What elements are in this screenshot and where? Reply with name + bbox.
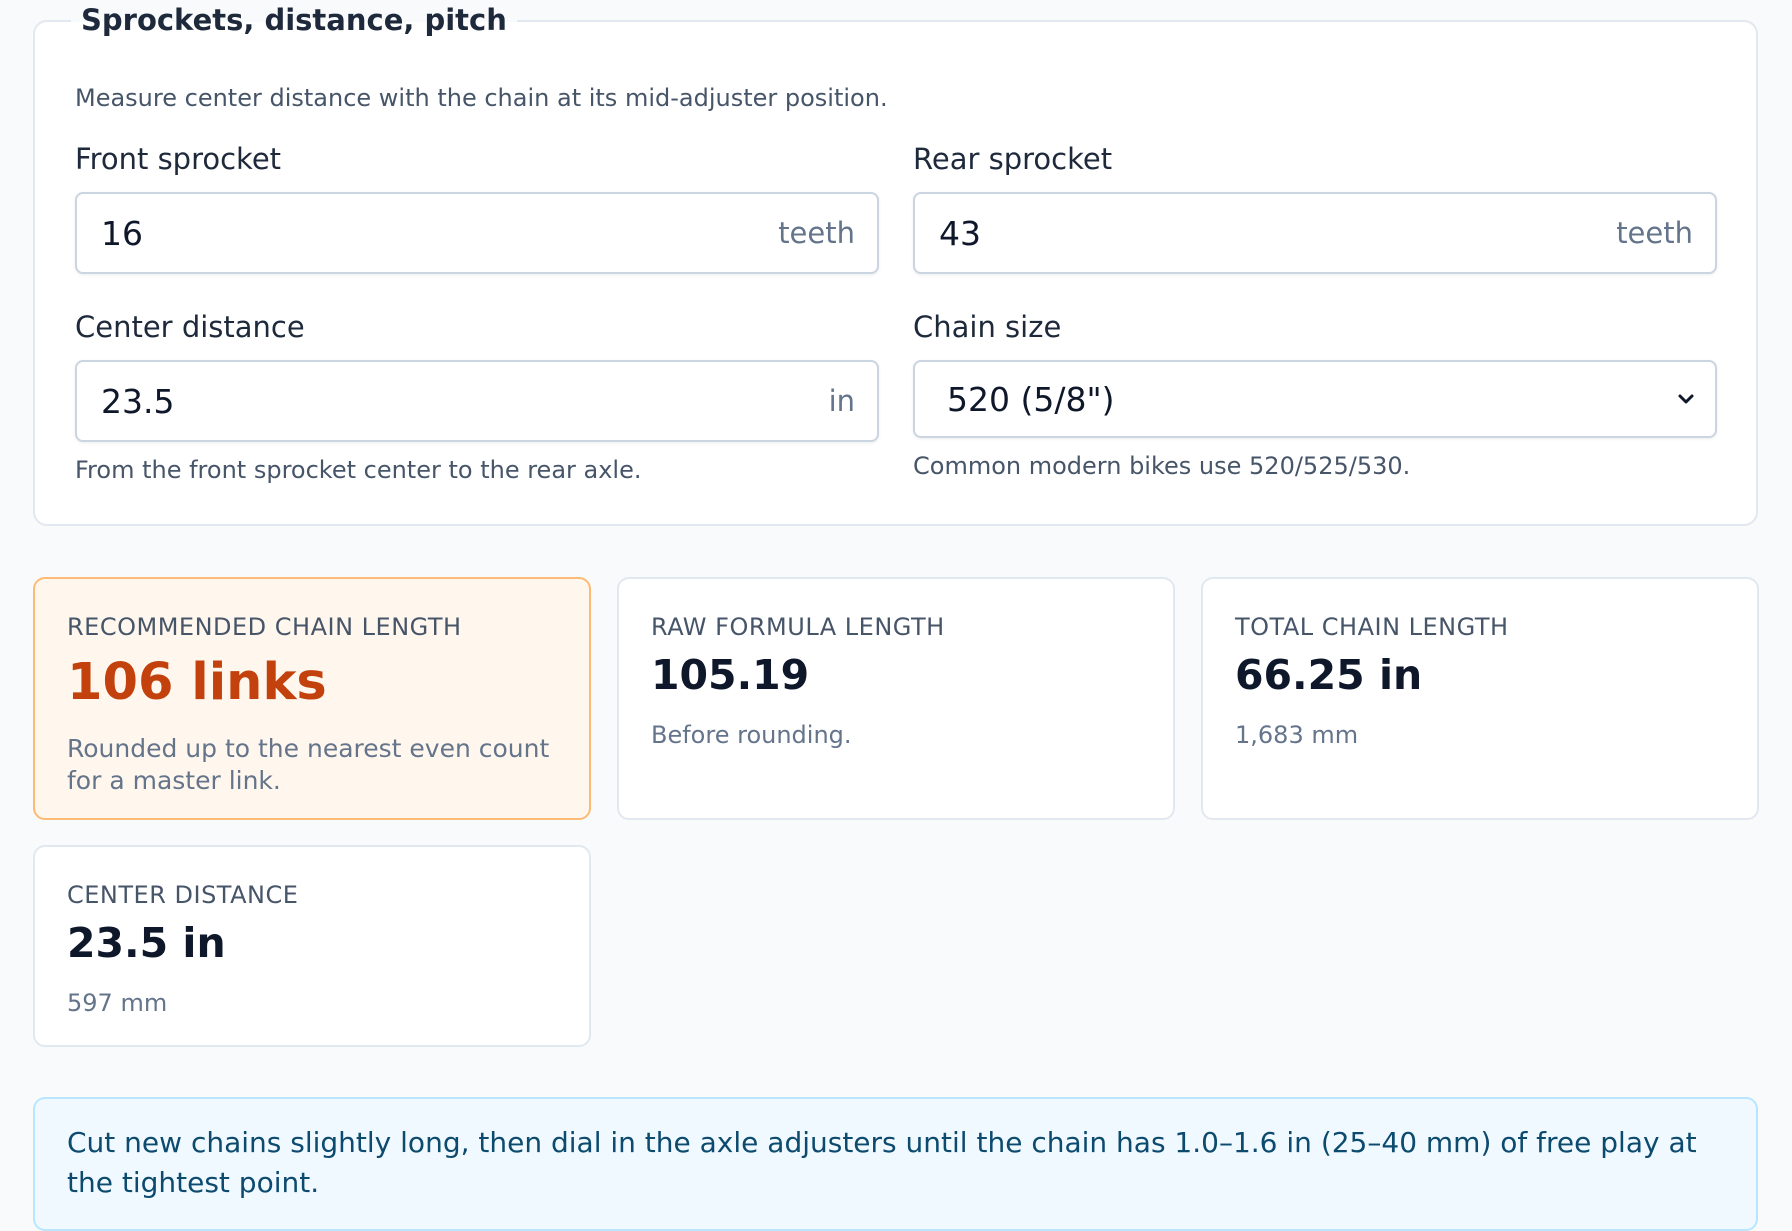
recommended-length-note: Rounded up to the nearest even count for…	[67, 734, 550, 795]
center-distance-field[interactable]: in	[75, 360, 879, 442]
chain-size-label: Chain size	[913, 310, 1062, 344]
front-sprocket-field[interactable]: teeth	[75, 192, 879, 274]
rear-sprocket-label: Rear sprocket	[913, 142, 1113, 176]
recommended-length-label: RECOMMENDED CHAIN LENGTH	[67, 613, 462, 641]
total-length-card: TOTAL CHAIN LENGTH 66.25 in 1,683 mm	[1201, 577, 1759, 820]
raw-length-label: RAW FORMULA LENGTH	[651, 613, 945, 641]
raw-length-value: 105.19	[651, 651, 810, 699]
rear-sprocket-input[interactable]	[939, 208, 1559, 258]
center-distance-help: From the front sprocket center to the re…	[75, 456, 642, 484]
rear-sprocket-field[interactable]: teeth	[913, 192, 1717, 274]
front-sprocket-input[interactable]	[101, 208, 721, 258]
front-sprocket-label: Front sprocket	[75, 142, 282, 176]
center-distance-unit: in	[828, 384, 855, 418]
chevron-down-icon	[1678, 394, 1694, 404]
measure-hint: Measure center distance with the chain a…	[75, 84, 888, 112]
total-length-label: TOTAL CHAIN LENGTH	[1235, 613, 1509, 641]
center-distance-label: Center distance	[75, 310, 305, 344]
rear-sprocket-unit: teeth	[1616, 216, 1693, 250]
center-distance-input[interactable]	[101, 376, 721, 426]
total-length-value: 66.25 in	[1235, 651, 1423, 699]
center-distance-result-mm: 597 mm	[67, 989, 168, 1017]
fieldset-legend: Sprockets, distance, pitch	[71, 0, 517, 40]
center-distance-card: CENTER DISTANCE 23.5 in 597 mm	[33, 845, 591, 1047]
chain-size-select[interactable]: 520 (5/8")	[913, 360, 1717, 438]
total-length-mm: 1,683 mm	[1235, 721, 1359, 749]
chain-size-help: Common modern bikes use 520/525/530.	[913, 452, 1411, 480]
recommended-length-card: RECOMMENDED CHAIN LENGTH 106 links Round…	[33, 577, 591, 820]
front-sprocket-unit: teeth	[778, 216, 855, 250]
raw-length-note: Before rounding.	[651, 721, 852, 749]
chain-slack-note: Cut new chains slightly long, then dial …	[33, 1097, 1758, 1231]
center-distance-result-value: 23.5 in	[67, 919, 226, 967]
center-distance-result-label: CENTER DISTANCE	[67, 881, 299, 909]
chain-slack-note-text: Cut new chains slightly long, then dial …	[67, 1126, 1697, 1199]
chain-size-selected: 520 (5/8")	[947, 380, 1115, 419]
recommended-length-value: 106 links	[67, 653, 327, 712]
raw-length-card: RAW FORMULA LENGTH 105.19 Before roundin…	[617, 577, 1175, 820]
sprockets-fieldset: Sprockets, distance, pitch Measure cente…	[33, 0, 1758, 526]
